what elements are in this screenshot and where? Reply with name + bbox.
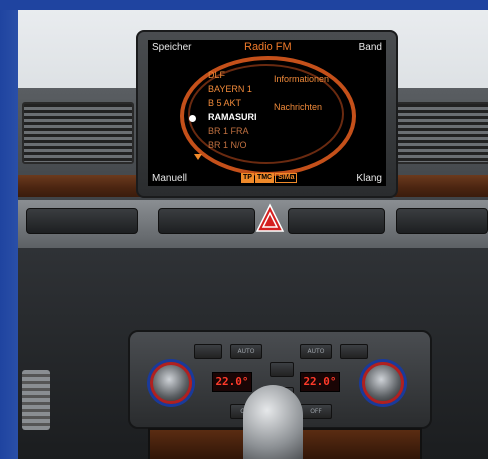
car-dashboard-photo: 22.0° 22.0° AUTO AUTO OFF OFF Speicher R… xyxy=(18,10,488,459)
memory-softkey[interactable]: Speicher xyxy=(152,42,191,53)
left-auto-button[interactable]: AUTO xyxy=(230,344,262,359)
pedal xyxy=(22,370,50,430)
station-item[interactable]: B 5 AKT xyxy=(208,98,241,108)
tmc-badge: TMC xyxy=(254,173,275,183)
option-informationen[interactable]: Informationen xyxy=(274,74,329,84)
right-off-button[interactable]: OFF xyxy=(300,404,332,419)
tp-badge: TP xyxy=(241,173,254,183)
option-nachrichten[interactable]: Nachrichten xyxy=(274,102,322,112)
selection-indicator xyxy=(189,115,196,122)
button-strip-left[interactable] xyxy=(26,208,138,234)
left-temp-knob[interactable] xyxy=(150,362,192,404)
mmi-screen-bezel: Speicher Radio FM Band DLF BAYERN 1 B 5 … xyxy=(136,30,398,198)
manual-softkey[interactable]: Manuell xyxy=(152,173,187,184)
station-item[interactable]: BR 1 N/O xyxy=(208,140,247,150)
button-strip-right[interactable] xyxy=(396,208,488,234)
sima-badge: SiMa xyxy=(275,173,298,183)
gear-shifter xyxy=(243,385,303,459)
left-air-vent xyxy=(22,102,134,164)
right-air-vent xyxy=(396,102,488,164)
hazard-warning-icon[interactable] xyxy=(255,202,285,236)
frame-left-border xyxy=(0,10,18,459)
station-item[interactable]: BR 1 FRA xyxy=(208,126,249,136)
left-temp-display: 22.0° xyxy=(212,372,252,392)
photo-scene: 22.0° 22.0° AUTO AUTO OFF OFF Speicher R… xyxy=(0,0,488,459)
status-badges: TP TMC SiMa xyxy=(241,173,298,183)
scroll-down-icon xyxy=(194,154,202,160)
seat-heat-left-button[interactable] xyxy=(194,344,222,359)
right-temp-display: 22.0° xyxy=(300,372,340,392)
band-softkey[interactable]: Band xyxy=(359,42,382,53)
frame-top-border xyxy=(0,0,488,10)
mmi-screen: Speicher Radio FM Band DLF BAYERN 1 B 5 … xyxy=(148,40,386,186)
station-item-selected[interactable]: RAMASURI xyxy=(208,112,257,122)
right-temp-knob[interactable] xyxy=(362,362,404,404)
button-strip-center-right[interactable] xyxy=(288,208,385,234)
recirculation-button[interactable] xyxy=(270,362,294,377)
screen-title: Radio FM xyxy=(244,41,292,53)
station-item[interactable]: DLF xyxy=(208,70,225,80)
seat-heat-right-button[interactable] xyxy=(340,344,368,359)
station-item[interactable]: BAYERN 1 xyxy=(208,84,252,94)
sound-softkey[interactable]: Klang xyxy=(356,173,382,184)
right-auto-button[interactable]: AUTO xyxy=(300,344,332,359)
button-strip-center-left[interactable] xyxy=(158,208,255,234)
